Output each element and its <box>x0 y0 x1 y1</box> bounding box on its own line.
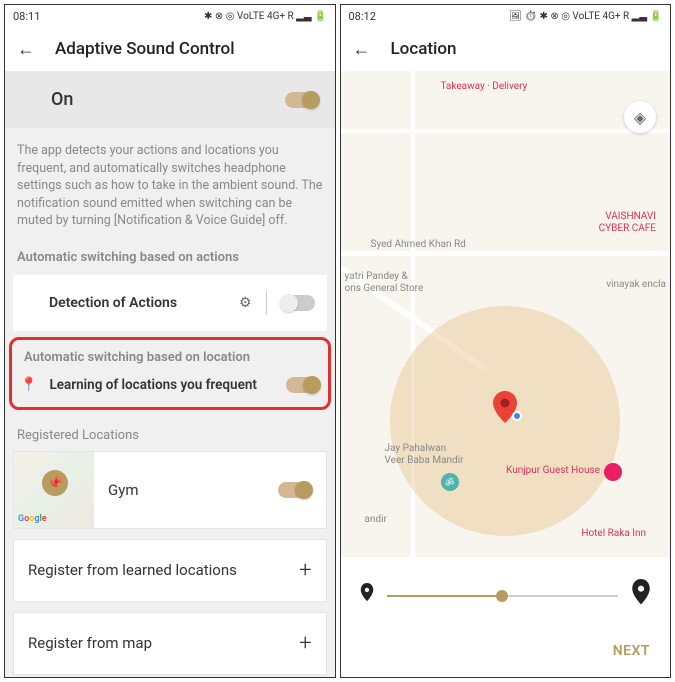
plus-icon: + <box>299 631 311 656</box>
actions-section-header: Automatic switching based on actions <box>5 244 335 275</box>
page-title: Location <box>391 39 457 59</box>
learning-label: Learning of locations you frequent <box>49 377 273 393</box>
map-poi-label: Kunjpur Guest House <box>506 465 600 476</box>
location-section-header: Automatic switching based on location <box>20 350 320 365</box>
plus-icon: + <box>299 558 311 583</box>
on-label: On <box>51 89 73 110</box>
learning-toggle[interactable] <box>286 377 320 393</box>
location-picker-screen: 08:12 🖼 ⏱ ✱ ⊗ ◎ VoLTE 4G+ R ▂▃ 🔋 ← Locat… <box>340 4 672 678</box>
map-thumbnail: 📌 Google <box>14 452 94 528</box>
radius-slider-row <box>341 557 671 626</box>
page-title: Adaptive Sound Control <box>55 39 235 59</box>
map-poi-label: Veer Baba Mandir <box>385 455 464 466</box>
status-time: 08:12 <box>349 10 376 23</box>
master-toggle-row[interactable]: On <box>5 71 335 128</box>
registered-header: Registered Locations <box>5 416 335 451</box>
app-bar: ← Adaptive Sound Control <box>5 27 335 71</box>
map-poi-label: vinayak encla <box>606 279 666 290</box>
map-view[interactable]: ◈ Takeaway · Delivery Syed Ahmed Khan Rd… <box>341 71 671 557</box>
master-toggle[interactable] <box>285 92 319 108</box>
map-poi-label: Hotel Raka Inn <box>581 528 646 539</box>
current-location-dot <box>512 411 522 421</box>
adaptive-sound-screen: 08:11 ✱ ⊗ ◎ VoLTE 4G+ R ▂▃ 🔋 ← Adaptive … <box>4 4 336 678</box>
map-poi-label: ons General Store <box>345 283 424 294</box>
register-map-button[interactable]: Register from map + <box>13 612 327 675</box>
gear-icon[interactable]: ⚙ <box>239 295 252 311</box>
next-button[interactable]: NEXT <box>613 643 650 659</box>
temple-icon: ॐ <box>441 473 459 491</box>
detection-toggle[interactable] <box>281 295 315 311</box>
registered-location-gym[interactable]: 📌 Google Gym <box>13 451 327 529</box>
gym-toggle[interactable] <box>278 482 312 498</box>
back-icon[interactable]: ← <box>17 39 35 60</box>
recenter-button[interactable]: ◈ <box>624 101 656 133</box>
map-poi-label: CYBER CAFE <box>599 223 656 234</box>
radius-slider[interactable] <box>387 595 619 597</box>
map-road-label: Syed Ahmed Khan Rd <box>371 239 466 250</box>
map-poi-label: Jay Pahalwan <box>385 443 447 454</box>
register-learned-button[interactable]: Register from learned locations + <box>13 539 327 602</box>
description-text: The app detects your actions and locatio… <box>5 128 335 244</box>
pin-icon: 📍 <box>20 377 37 393</box>
divider <box>266 291 267 315</box>
google-logo: Google <box>18 514 47 524</box>
location-section-highlight: Automatic switching based on location 📍 … <box>9 337 331 410</box>
map-poi-label: VAISHNAVI <box>605 211 656 222</box>
status-bar: 08:11 ✱ ⊗ ◎ VoLTE 4G+ R ▂▃ 🔋 <box>5 5 335 27</box>
map-poi-label: yatri Pandey & <box>345 271 408 282</box>
status-time: 08:11 <box>13 10 40 23</box>
learning-row[interactable]: 📍 Learning of locations you frequent <box>20 377 320 393</box>
map-poi-label: Takeaway · Delivery <box>441 81 528 92</box>
location-name: Gym <box>108 481 138 499</box>
map-poi-label: andir <box>365 514 387 525</box>
back-icon[interactable]: ← <box>353 39 371 60</box>
detection-label: Detection of Actions <box>49 295 177 311</box>
status-bar: 08:12 🖼 ⏱ ✱ ⊗ ◎ VoLTE 4G+ R ▂▃ 🔋 <box>341 5 671 27</box>
status-icons: 🖼 ⏱ ✱ ⊗ ◎ VoLTE 4G+ R ▂▃ 🔋 <box>509 11 662 22</box>
selected-location-pin[interactable] <box>493 391 517 427</box>
hotel-pin-icon <box>604 463 622 481</box>
pin-small-icon <box>359 583 375 608</box>
thumbtack-icon: 📌 <box>42 470 68 496</box>
app-bar: ← Location <box>341 27 671 71</box>
bottom-bar: NEXT <box>341 626 671 677</box>
status-icons: ✱ ⊗ ◎ VoLTE 4G+ R ▂▃ 🔋 <box>204 11 327 22</box>
pin-large-icon <box>630 579 652 612</box>
detection-row[interactable]: Detection of Actions ⚙ <box>13 275 327 331</box>
